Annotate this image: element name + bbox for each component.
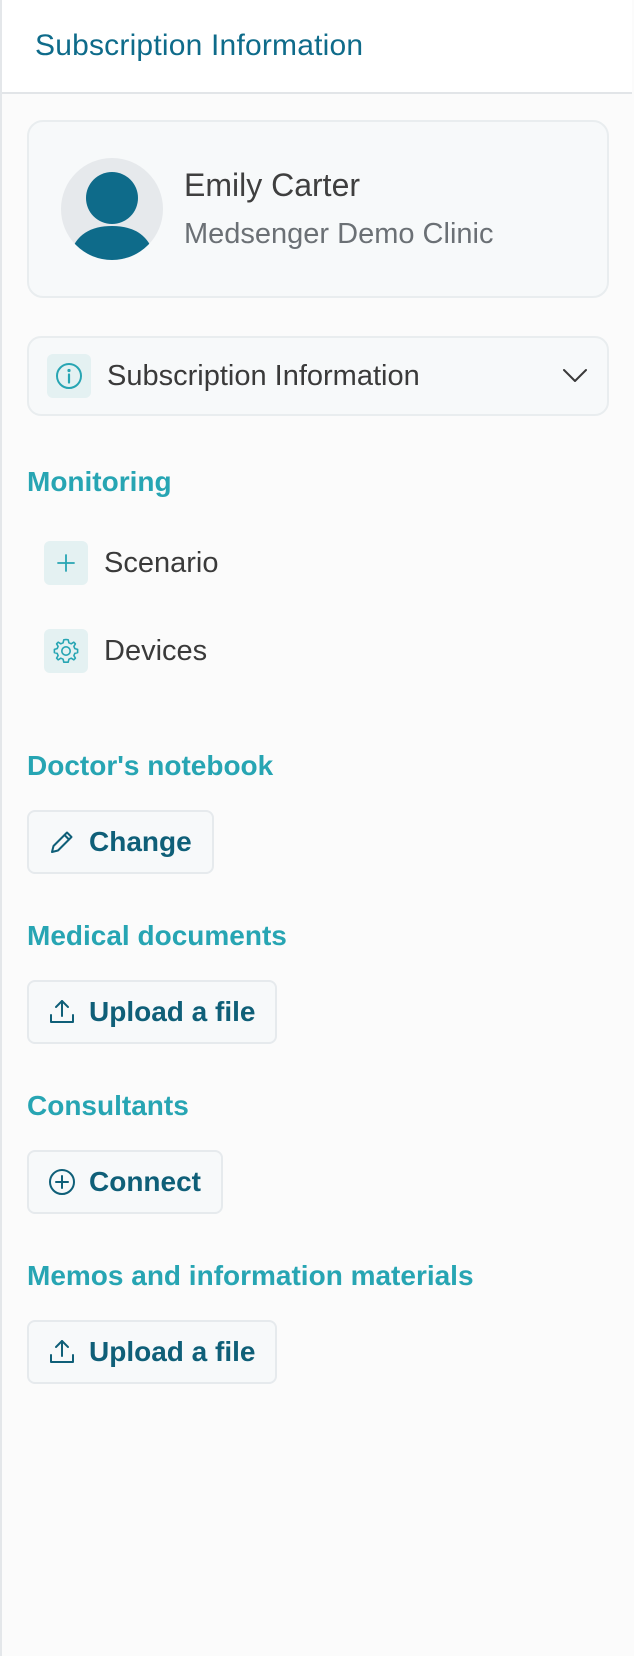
connect-button-label: Connect bbox=[89, 1166, 201, 1197]
memos-section-title: Memos and information materials bbox=[27, 1260, 474, 1291]
upload-medical-document-button[interactable]: Upload a file bbox=[27, 980, 278, 1044]
patient-name: Emily Carter bbox=[184, 167, 361, 203]
user-silhouette-icon bbox=[69, 172, 155, 260]
change-notebook-button[interactable]: Change bbox=[27, 810, 214, 874]
consultants-section-title: Consultants bbox=[27, 1090, 189, 1121]
pencil-icon bbox=[47, 827, 77, 857]
panel-header: Subscription Information bbox=[2, 0, 632, 94]
subscription-panel: Subscription Information Emily Carter Me… bbox=[0, 0, 632, 1656]
clinic-name: Medsenger Demo Clinic bbox=[184, 218, 494, 250]
plus-circle-icon bbox=[47, 1167, 77, 1197]
change-button-label: Change bbox=[89, 826, 192, 857]
patient-profile-card: Emily Carter Medsenger Demo Clinic bbox=[27, 120, 609, 298]
plus-icon bbox=[57, 554, 75, 572]
panel-content: Emily Carter Medsenger Demo Clinic Subsc… bbox=[2, 94, 632, 1384]
gear-icon bbox=[53, 638, 79, 663]
monitoring-section-title: Monitoring bbox=[27, 466, 172, 497]
info-icon bbox=[56, 363, 82, 389]
accordion-label: Subscription Information bbox=[107, 359, 420, 392]
monitoring-item-devices[interactable]: Devices bbox=[44, 628, 608, 674]
connect-consultant-button[interactable]: Connect bbox=[27, 1150, 223, 1214]
gear-icon-tile bbox=[44, 629, 88, 673]
upload-button-label: Upload a file bbox=[89, 1336, 256, 1367]
info-icon-tile bbox=[47, 354, 91, 398]
medical-documents-section-title: Medical documents bbox=[27, 920, 287, 951]
profile-text: Emily Carter Medsenger Demo Clinic bbox=[184, 167, 493, 251]
page-title: Subscription Information bbox=[35, 29, 364, 62]
upload-button-label: Upload a file bbox=[89, 996, 256, 1027]
upload-icon bbox=[47, 1337, 77, 1367]
upload-memo-button[interactable]: Upload a file bbox=[27, 1320, 278, 1384]
doctors-notebook-section-title: Doctor's notebook bbox=[27, 750, 274, 781]
monitoring-item-label: Devices bbox=[104, 634, 208, 667]
monitoring-item-scenario[interactable]: Scenario bbox=[44, 540, 608, 586]
subscription-info-accordion[interactable]: Subscription Information bbox=[27, 336, 609, 416]
upload-icon bbox=[47, 997, 77, 1027]
avatar bbox=[61, 158, 163, 260]
plus-icon-tile bbox=[44, 541, 88, 585]
chevron-down-icon[interactable] bbox=[561, 367, 589, 385]
monitoring-item-label: Scenario bbox=[104, 546, 219, 579]
